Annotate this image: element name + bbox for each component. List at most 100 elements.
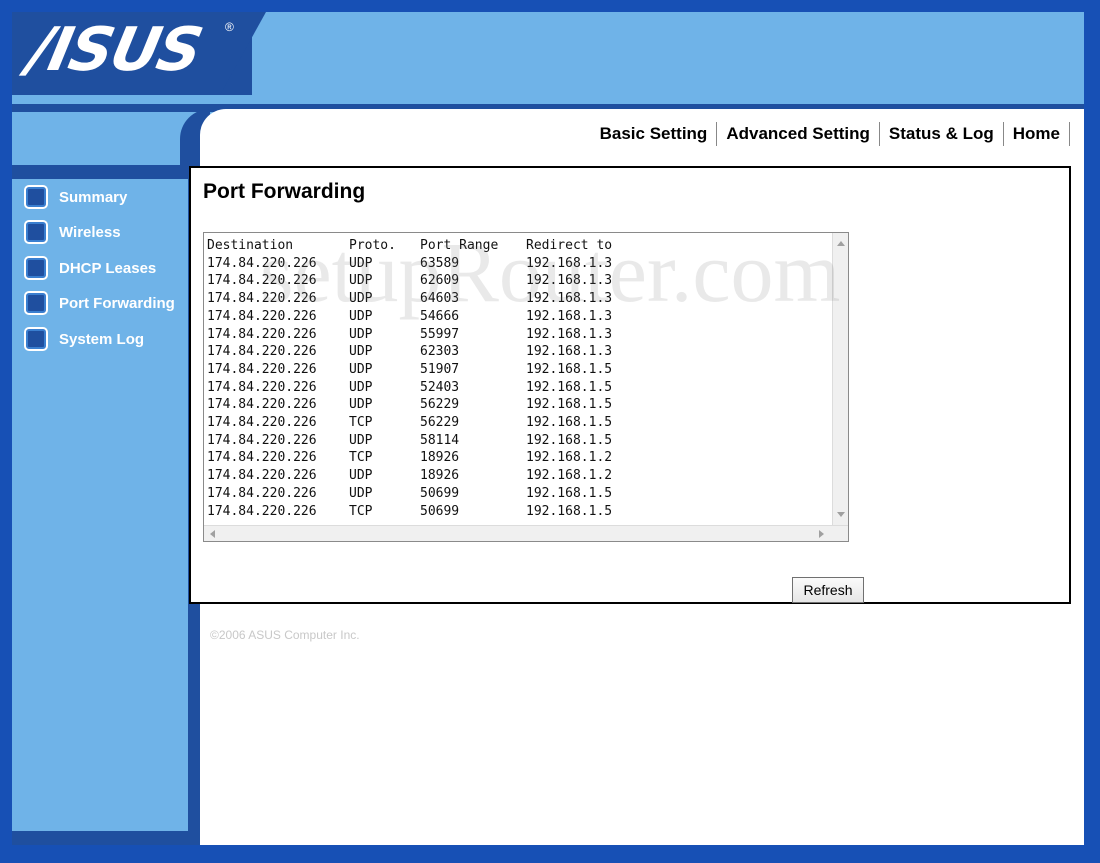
sidebar-item-port-forwarding[interactable]: Port Forwarding [24, 291, 175, 315]
table-cell: 18926 [420, 450, 460, 466]
table-cell: 192.168.1.2 [526, 450, 613, 466]
table-cell: 18926 [420, 468, 460, 484]
nav-status-log[interactable]: Status & Log [880, 122, 1004, 146]
table-cell: 192.168.1.5 [526, 397, 613, 413]
table-cell: 52403 [420, 379, 460, 395]
table-cell: 174.84.220.226 [207, 468, 317, 484]
square-icon [24, 185, 48, 209]
table-cell: UDP [349, 361, 373, 377]
square-icon [24, 220, 48, 244]
sidebar-item-system-log[interactable]: System Log [24, 327, 144, 351]
table-cell: UDP [349, 379, 373, 395]
table-row: 174.84.220.226 UDP 18926 192.168.1.2 [207, 467, 831, 485]
column-header: Proto. [349, 238, 396, 253]
refresh-button[interactable]: Refresh [792, 577, 864, 603]
table-row: 174.84.220.226 UDP 58114 192.168.1.5 [207, 432, 831, 450]
registered-mark: ® [225, 20, 234, 34]
table-cell: TCP [349, 450, 373, 466]
table-cell: 192.168.1.5 [526, 503, 613, 519]
scroll-left-icon[interactable] [210, 530, 215, 538]
table-cell: 174.84.220.226 [207, 326, 317, 342]
table-cell: UDP [349, 432, 373, 448]
table-cell: UDP [349, 255, 373, 271]
column-header: Port Range [420, 238, 499, 253]
table-cell: 174.84.220.226 [207, 255, 317, 271]
port-forwarding-textarea[interactable]: Destination Proto. Port Range Redirect t… [203, 232, 849, 542]
table-cell: 55997 [420, 326, 460, 342]
table-cell: 56229 [420, 415, 460, 431]
vertical-scrollbar[interactable] [832, 233, 848, 525]
column-header: Destination [207, 238, 294, 253]
table-cell: 192.168.1.3 [526, 308, 613, 324]
table-cell: 192.168.1.5 [526, 432, 613, 448]
table-cell: UDP [349, 273, 373, 289]
top-nav: Basic Setting Advanced Setting Status & … [591, 122, 1070, 146]
sidebar-item-dhcp-leases[interactable]: DHCP Leases [24, 256, 156, 280]
asus-logo: /ISUS [22, 15, 207, 85]
table-cell: 174.84.220.226 [207, 485, 317, 501]
table-row: 174.84.220.226 UDP 50699 192.168.1.5 [207, 485, 831, 503]
table-cell: UDP [349, 468, 373, 484]
table-cell: 192.168.1.3 [526, 273, 613, 289]
sidebar-item-label: Summary [59, 188, 128, 206]
table-cell: 62303 [420, 344, 460, 360]
table-cell: 192.168.1.3 [526, 344, 613, 360]
table-row: 174.84.220.226 UDP 54666 192.168.1.3 [207, 308, 831, 326]
table-cell: 192.168.1.5 [526, 379, 613, 395]
table-cell: 192.168.1.3 [526, 291, 613, 307]
table-header-row: Destination Proto. Port Range Redirect t… [207, 237, 831, 255]
scroll-down-icon[interactable] [837, 512, 845, 517]
table-cell: 174.84.220.226 [207, 432, 317, 448]
table-cell: 174.84.220.226 [207, 503, 317, 519]
table-cell: 192.168.1.5 [526, 485, 613, 501]
column-header: Redirect to [526, 238, 613, 253]
table-cell: UDP [349, 291, 373, 307]
copyright: ©2006 ASUS Computer Inc. [210, 628, 360, 642]
table-cell: 174.84.220.226 [207, 415, 317, 431]
table-cell: UDP [349, 326, 373, 342]
table-row: 174.84.220.226 UDP 62609 192.168.1.3 [207, 272, 831, 290]
table-row: 174.84.220.226 UDP 52403 192.168.1.5 [207, 379, 831, 397]
table-cell: UDP [349, 397, 373, 413]
table-cell: 63589 [420, 255, 460, 271]
scroll-right-icon[interactable] [819, 530, 824, 538]
table-cell: 62609 [420, 273, 460, 289]
table-cell: UDP [349, 485, 373, 501]
table-cell: 50699 [420, 503, 460, 519]
table-cell: 192.168.1.3 [526, 255, 613, 271]
square-icon [24, 291, 48, 315]
table-row: 174.84.220.226 UDP 51907 192.168.1.5 [207, 361, 831, 379]
sidebar-item-label: Port Forwarding [59, 294, 175, 312]
table-cell: 51907 [420, 361, 460, 377]
table-cell: 50699 [420, 485, 460, 501]
sidebar-item-wireless[interactable]: Wireless [24, 220, 121, 244]
table-cell: 56229 [420, 397, 460, 413]
scroll-up-icon[interactable] [837, 241, 845, 246]
table-cell: 174.84.220.226 [207, 308, 317, 324]
table-row: 174.84.220.226 UDP 62303 192.168.1.3 [207, 343, 831, 361]
table-cell: 54666 [420, 308, 460, 324]
table-cell: TCP [349, 415, 373, 431]
horizontal-scrollbar[interactable] [204, 525, 848, 541]
table-cell: 58114 [420, 432, 460, 448]
table-row: 174.84.220.226 TCP 18926 192.168.1.2 [207, 449, 831, 467]
table-cell: UDP [349, 308, 373, 324]
content-panel: Port Forwarding Destination Proto. Port … [189, 166, 1071, 604]
sidebar-item-summary[interactable]: Summary [24, 185, 127, 209]
square-icon [24, 256, 48, 280]
table-row: 174.84.220.226 UDP 55997 192.168.1.3 [207, 326, 831, 344]
square-icon [24, 327, 48, 351]
nav-basic-setting[interactable]: Basic Setting [591, 122, 718, 146]
table-row: 174.84.220.226 UDP 56229 192.168.1.5 [207, 396, 831, 414]
table-body: 174.84.220.226 UDP 63589 192.168.1.3 174.84.… [207, 255, 831, 519]
sidebar-item-label: DHCP Leases [59, 259, 157, 277]
nav-home[interactable]: Home [1004, 122, 1070, 146]
table-cell: TCP [349, 503, 373, 519]
table-cell: 174.84.220.226 [207, 361, 317, 377]
table-row: 174.84.220.226 TCP 56229 192.168.1.5 [207, 414, 831, 432]
page-title: Port Forwarding [203, 180, 366, 203]
table-cell: 174.84.220.226 [207, 273, 317, 289]
table-cell: 174.84.220.226 [207, 379, 317, 395]
table-cell: 192.168.1.3 [526, 326, 613, 342]
nav-advanced-setting[interactable]: Advanced Setting [717, 122, 880, 146]
